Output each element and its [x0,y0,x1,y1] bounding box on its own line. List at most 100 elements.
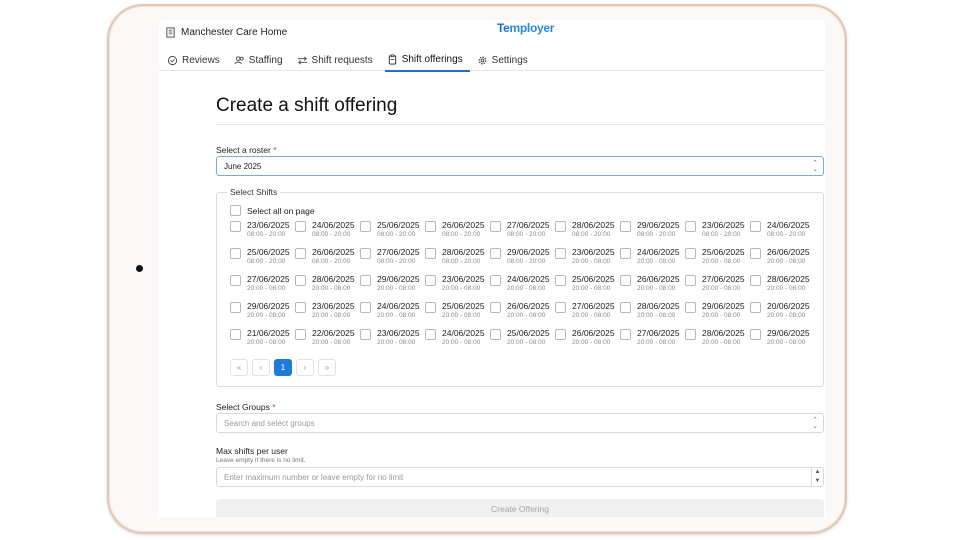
shift-option[interactable]: 27/06/2025 20:00 - 08:00 [555,301,620,328]
shift-checkbox[interactable] [750,275,761,286]
shift-checkbox[interactable] [685,302,696,313]
shift-option[interactable]: 24/06/2025 20:00 - 08:00 [425,328,490,355]
shift-option[interactable]: 25/06/2025 20:00 - 08:00 [555,274,620,301]
shift-option[interactable]: 27/06/2025 20:00 - 08:00 [620,328,685,355]
shift-checkbox[interactable] [685,275,696,286]
shift-option[interactable]: 28/06/2025 20:00 - 08:00 [685,328,750,355]
shift-checkbox[interactable] [685,248,696,259]
shift-option[interactable]: 25/06/2025 20:00 - 08:00 [425,301,490,328]
shift-option[interactable]: 28/06/2025 08:00 - 20:00 [425,247,490,274]
shift-checkbox[interactable] [750,329,761,340]
shift-option[interactable]: 27/06/2025 08:00 - 20:00 [490,220,555,247]
shift-option[interactable]: 28/06/2025 20:00 - 08:00 [295,274,360,301]
shift-option[interactable]: 25/06/2025 20:00 - 08:00 [490,328,555,355]
shift-checkbox[interactable] [620,275,631,286]
shift-option[interactable]: 26/06/2025 20:00 - 08:00 [750,247,815,274]
shift-checkbox[interactable] [685,221,696,232]
shift-option[interactable]: 23/06/2025 20:00 - 08:00 [360,328,425,355]
shift-option[interactable]: 26/06/2025 08:00 - 20:00 [425,220,490,247]
shift-option[interactable]: 24/06/2025 20:00 - 08:00 [490,274,555,301]
select-all-checkbox-row[interactable]: Select all on page [230,205,315,216]
shift-checkbox[interactable] [425,221,436,232]
shift-checkbox[interactable] [425,248,436,259]
shift-option[interactable]: 24/06/2025 08:00 - 20:00 [750,220,815,247]
roster-select[interactable]: June 2025 ⌃ ⌄ [216,156,824,176]
shift-option[interactable]: 29/06/2025 20:00 - 08:00 [750,328,815,355]
shift-option[interactable]: 29/06/2025 20:00 - 08:00 [685,301,750,328]
shift-checkbox[interactable] [490,275,501,286]
tab-staffing[interactable]: Staffing [234,52,290,72]
shift-checkbox[interactable] [230,329,241,340]
tab-reviews[interactable]: Reviews [167,52,227,72]
shift-checkbox[interactable] [490,329,501,340]
shift-checkbox[interactable] [490,221,501,232]
select-all-checkbox[interactable] [230,205,241,216]
shift-option[interactable]: 23/06/2025 08:00 - 20:00 [685,220,750,247]
groups-select[interactable]: Search and select groups ⌃ ⌄ [216,413,824,433]
shift-checkbox[interactable] [555,275,566,286]
page-button-current[interactable]: 1 [274,359,292,376]
shift-option[interactable]: 29/06/2025 20:00 - 08:00 [230,301,295,328]
shift-checkbox[interactable] [230,248,241,259]
shift-checkbox[interactable] [750,248,761,259]
shift-option[interactable]: 26/06/2025 08:00 - 20:00 [295,247,360,274]
shift-option[interactable]: 22/06/2025 20:00 - 08:00 [295,328,360,355]
shift-checkbox[interactable] [230,302,241,313]
shift-option[interactable]: 27/06/2025 08:00 - 20:00 [360,247,425,274]
shift-option[interactable]: 28/06/2025 20:00 - 08:00 [750,274,815,301]
shift-checkbox[interactable] [295,221,306,232]
shift-option[interactable]: 28/06/2025 20:00 - 08:00 [620,301,685,328]
max-shifts-input[interactable]: Enter maximum number or leave empty for … [216,467,824,487]
shift-option[interactable]: 25/06/2025 08:00 - 20:00 [230,247,295,274]
shift-option[interactable]: 20/06/2025 20:00 - 08:00 [750,301,815,328]
shift-option[interactable]: 29/06/2025 08:00 - 20:00 [490,247,555,274]
shift-checkbox[interactable] [360,329,371,340]
shift-option[interactable]: 29/06/2025 08:00 - 20:00 [620,220,685,247]
shift-checkbox[interactable] [230,221,241,232]
shift-option[interactable]: 25/06/2025 20:00 - 08:00 [685,247,750,274]
shift-checkbox[interactable] [620,248,631,259]
shift-checkbox[interactable] [620,221,631,232]
shift-option[interactable]: 23/06/2025 20:00 - 08:00 [555,247,620,274]
shift-checkbox[interactable] [360,302,371,313]
shift-checkbox[interactable] [295,329,306,340]
next-page-button[interactable]: › [296,359,314,376]
shift-checkbox[interactable] [425,302,436,313]
shift-checkbox[interactable] [555,248,566,259]
first-page-button[interactable]: « [230,359,248,376]
shift-checkbox[interactable] [425,275,436,286]
shift-checkbox[interactable] [230,275,241,286]
shift-option[interactable]: 26/06/2025 20:00 - 08:00 [555,328,620,355]
last-page-button[interactable]: » [318,359,336,376]
shift-checkbox[interactable] [555,221,566,232]
shift-checkbox[interactable] [620,329,631,340]
shift-checkbox[interactable] [555,302,566,313]
shift-checkbox[interactable] [425,329,436,340]
shift-checkbox[interactable] [555,329,566,340]
shift-option[interactable]: 29/06/2025 20:00 - 08:00 [360,274,425,301]
prev-page-button[interactable]: ‹ [252,359,270,376]
shift-option[interactable]: 25/06/2025 08:00 - 20:00 [360,220,425,247]
shift-checkbox[interactable] [750,221,761,232]
shift-checkbox[interactable] [360,275,371,286]
shift-checkbox[interactable] [295,248,306,259]
shift-option[interactable]: 24/06/2025 20:00 - 08:00 [620,247,685,274]
shift-option[interactable]: 23/06/2025 08:00 - 20:00 [230,220,295,247]
tab-settings[interactable]: Settings [477,52,535,72]
shift-option[interactable]: 27/06/2025 20:00 - 08:00 [230,274,295,301]
tab-shift-offerings[interactable]: Shift offerings [384,52,470,72]
shift-checkbox[interactable] [360,221,371,232]
create-offering-button[interactable]: Create Offering [216,499,824,517]
shift-option[interactable]: 28/06/2025 08:00 - 20:00 [555,220,620,247]
shift-checkbox[interactable] [360,248,371,259]
shift-checkbox[interactable] [620,302,631,313]
shift-option[interactable]: 23/06/2025 20:00 - 08:00 [295,301,360,328]
shift-option[interactable]: 24/06/2025 08:00 - 20:00 [295,220,360,247]
shift-option[interactable]: 26/06/2025 20:00 - 08:00 [490,301,555,328]
tab-shift-requests[interactable]: Shift requests [297,52,380,72]
shift-option[interactable]: 27/06/2025 20:00 - 08:00 [685,274,750,301]
home-selector[interactable]: Manchester Care Home [165,27,287,38]
shift-checkbox[interactable] [750,302,761,313]
shift-option[interactable]: 21/06/2025 20:00 - 08:00 [230,328,295,355]
shift-option[interactable]: 23/06/2025 20:00 - 08:00 [425,274,490,301]
